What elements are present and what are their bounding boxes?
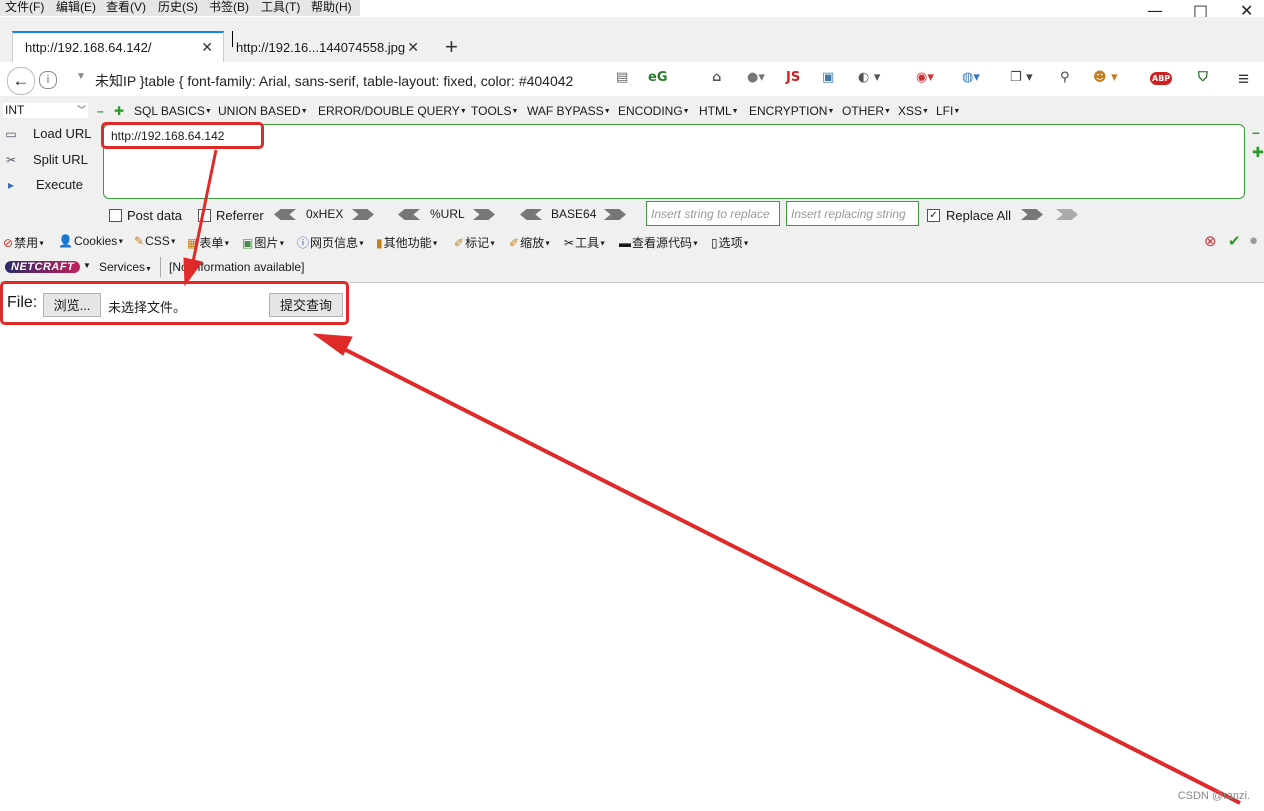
arrow-to-form bbox=[312, 333, 1241, 805]
annotation-arrows bbox=[183, 149, 1241, 805]
watermark: CSDN @ranzi. bbox=[1177, 790, 1250, 802]
arrow-from-url bbox=[183, 149, 218, 287]
